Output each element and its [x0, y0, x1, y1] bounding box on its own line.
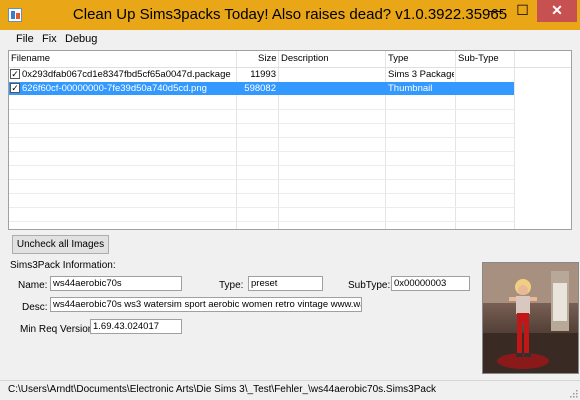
- row-divider: [9, 193, 514, 194]
- maximize-button[interactable]: ☐: [509, 0, 536, 22]
- size-grip-icon[interactable]: [568, 388, 578, 398]
- name-field[interactable]: ws44aerobic70s: [50, 276, 182, 291]
- column-divider: [514, 51, 515, 229]
- subtype-field[interactable]: 0x00000003: [391, 276, 470, 291]
- grid-header: Filename Size Description Type Sub-Type: [9, 51, 571, 68]
- menu-file[interactable]: File: [16, 33, 34, 45]
- close-button[interactable]: ✕: [537, 0, 577, 22]
- title-bar[interactable]: Clean Up Sims3packs Today! Also raises d…: [0, 0, 580, 30]
- table-row[interactable]: ✓ 0x293dfab067cd1e8347fbd5cf65a0047d.pac…: [9, 68, 514, 81]
- row-divider: [9, 109, 514, 110]
- type-label: Type:: [219, 280, 244, 291]
- cell-size: 11993: [250, 69, 276, 80]
- menu-bar: File Fix Debug: [8, 30, 572, 50]
- minimize-button[interactable]: —: [483, 0, 509, 22]
- app-window: Clean Up Sims3packs Today! Also raises d…: [0, 0, 580, 400]
- status-bar: C:\Users\Arndt\Documents\Electronic Arts…: [0, 380, 580, 400]
- column-header-subtype[interactable]: Sub-Type: [458, 53, 499, 64]
- cell-size: 598082: [244, 83, 276, 94]
- row-divider: [9, 165, 514, 166]
- type-field[interactable]: preset: [248, 276, 323, 291]
- column-header-type[interactable]: Type: [388, 53, 409, 64]
- desc-label: Desc:: [22, 302, 48, 313]
- column-header-size[interactable]: Size: [258, 53, 276, 64]
- row-divider: [9, 137, 514, 138]
- uncheck-all-images-button[interactable]: Uncheck all Images: [12, 235, 109, 254]
- menu-debug[interactable]: Debug: [65, 33, 97, 45]
- row-divider: [9, 221, 514, 222]
- checkbox-checked-icon[interactable]: ✓: [10, 69, 20, 79]
- row-divider: [9, 179, 514, 180]
- menu-fix[interactable]: Fix: [42, 33, 57, 45]
- cell-filename: 626f60cf-00000000-7fe39d50a740d5cd.png: [22, 83, 207, 94]
- name-label: Name:: [18, 280, 48, 291]
- description-field[interactable]: ws44aerobic70s ws3 watersim sport aerobi…: [50, 297, 362, 312]
- subtype-label: SubType:: [348, 280, 391, 291]
- min-req-version-label: Min Req Version:: [20, 324, 97, 335]
- table-row-selected[interactable]: ✓ 626f60cf-00000000-7fe39d50a740d5cd.png…: [9, 82, 514, 95]
- cell-type: Sims 3 Package: [388, 69, 454, 80]
- cell-filename: 0x293dfab067cd1e8347fbd5cf65a0047d.packa…: [22, 69, 231, 80]
- file-list-grid[interactable]: Filename Size Description Type Sub-Type …: [8, 50, 572, 230]
- row-divider: [9, 123, 514, 124]
- thumbnail-preview: [482, 262, 579, 374]
- min-req-version-field[interactable]: 1.69.43.024017: [90, 319, 182, 334]
- column-header-description[interactable]: Description: [281, 53, 329, 64]
- checkbox-checked-icon[interactable]: ✓: [10, 83, 20, 93]
- sims3pack-info-label: Sims3Pack Information:: [10, 260, 116, 271]
- row-divider: [9, 207, 514, 208]
- row-divider: [9, 151, 514, 152]
- status-file-path: C:\Users\Arndt\Documents\Electronic Arts…: [8, 384, 436, 395]
- thumbnail-image: [483, 263, 578, 373]
- column-header-filename[interactable]: Filename: [11, 53, 50, 64]
- cell-type: Thumbnail: [388, 83, 433, 94]
